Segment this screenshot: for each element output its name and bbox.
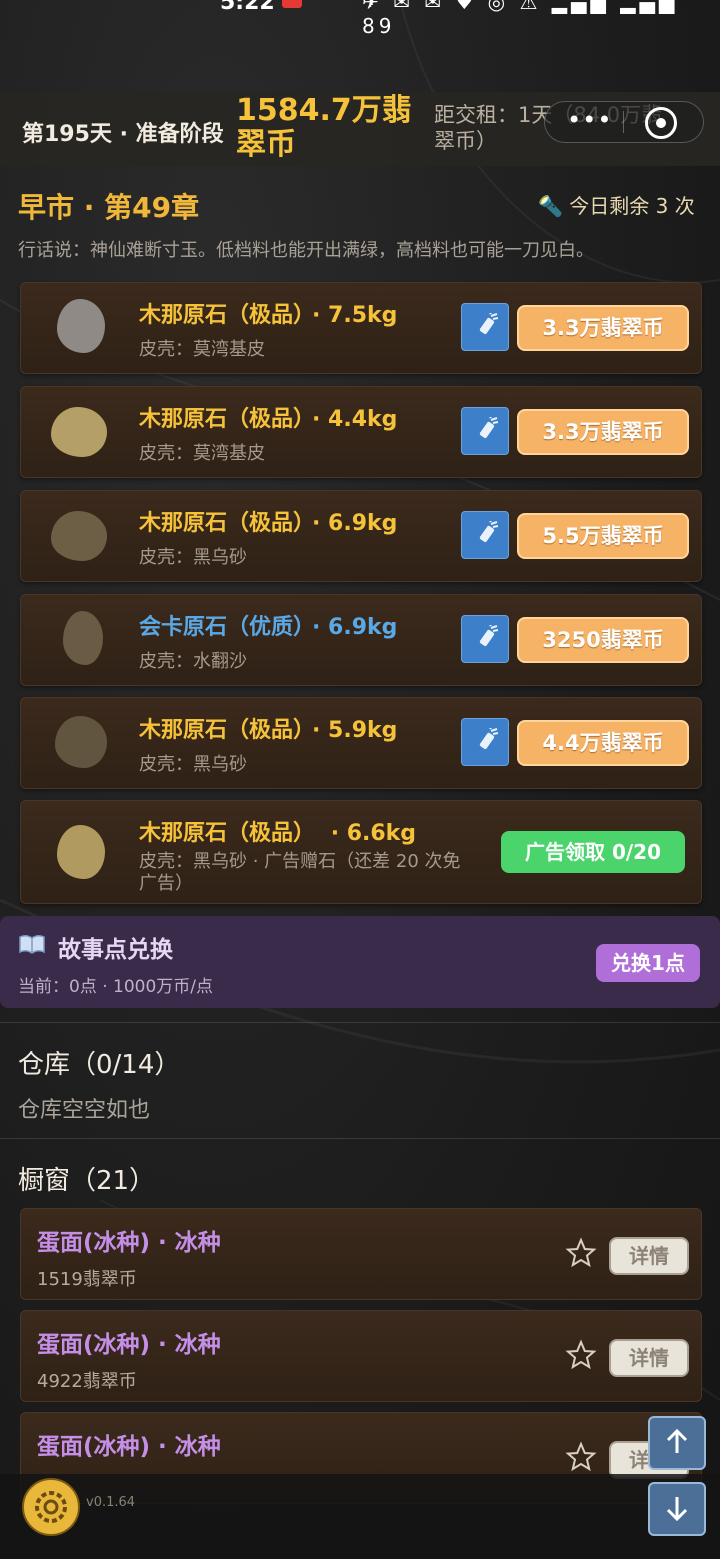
- buy-price-button[interactable]: 5.5万翡翠币: [517, 513, 689, 559]
- buy-price-button[interactable]: 3.3万翡翠币: [517, 305, 689, 351]
- flashlight-icon: 🔦: [538, 194, 563, 218]
- item-name: 蛋面(冰种) · 冰种: [37, 1230, 221, 1256]
- version-label: v0.1.64: [86, 1495, 136, 1510]
- stone-card: 会卡原石（优质） · 6.9kg 皮壳：水翻沙 3250翡翠币: [20, 594, 702, 686]
- status-icons: ✈ ✉ ✉ ♥ ◎ ⚠ ▂▄▆ ▂▄▆ 89: [362, 0, 679, 38]
- stone-name: 木那原石（极品）: [139, 511, 305, 536]
- stone-skin-line1: 皮壳：黑乌砂 · 广告赠石（还差 20 次免: [139, 851, 461, 872]
- stone-skin: 皮壳：莫湾基皮: [139, 443, 265, 464]
- stone-weight: · 4.4kg: [312, 407, 398, 432]
- stone-title: 木那原石（极品） · 6.6kg: [139, 815, 416, 847]
- notification-dot: [282, 0, 302, 8]
- favorite-star-icon[interactable]: [565, 1339, 597, 1371]
- status-bar: 5:22 ✈ ✉ ✉ ♥ ◎ ⚠ ▂▄▆ ▂▄▆ 89: [0, 0, 720, 38]
- inspect-flashlight-button[interactable]: [461, 303, 509, 351]
- stone-name: 会卡原石（优质）: [139, 615, 305, 640]
- stone-skin: 皮壳：黑乌砂: [139, 754, 247, 775]
- item-price: 1519翡翠币: [37, 1269, 137, 1290]
- showcase-item: 蛋面(冰种) · 冰种 4922翡翠币 详情: [20, 1310, 702, 1402]
- stone-title: 木那原石（极品） · 7.5kg: [139, 297, 397, 329]
- stone-title: 木那原石（极品） · 6.9kg: [139, 505, 397, 537]
- flashlight-icon: [479, 313, 499, 334]
- stone-weight: · 6.6kg: [330, 821, 417, 846]
- item-name: 蛋面(冰种) · 冰种: [37, 1434, 221, 1460]
- flashlight-icon: [479, 417, 499, 438]
- stone-skin-line2: 广告）: [139, 873, 193, 894]
- story-exchange-panel: 故事点兑换 当前：0点 · 1000万币/点 兑换1点: [0, 916, 720, 1008]
- exchange-button[interactable]: 兑换1点: [596, 944, 700, 982]
- stone-skin: 皮壳：黑乌砂: [139, 547, 247, 568]
- flashlight-icon: [479, 625, 499, 646]
- detail-button[interactable]: 详情: [609, 1237, 689, 1275]
- favorite-star-icon[interactable]: [565, 1237, 597, 1269]
- stone-name: 木那原石（极品）: [139, 303, 305, 328]
- stone-weight: · 7.5kg: [312, 303, 398, 328]
- book-icon: [19, 934, 45, 954]
- settings-gear-icon[interactable]: [22, 1478, 80, 1536]
- more-icon[interactable]: •••: [567, 106, 612, 134]
- showcase-item: 蛋面(冰种) · 冰种 1519翡翠币 详情: [20, 1208, 702, 1300]
- arrow-down-icon: [666, 1497, 688, 1522]
- stone-title: 木那原石（极品） · 5.9kg: [139, 712, 397, 744]
- stone-name: 木那原石（极品）: [139, 718, 305, 743]
- close-icon[interactable]: [645, 107, 677, 139]
- stone-card: 木那原石（极品） · 5.9kg 皮壳：黑乌砂 4.4万翡翠币: [20, 697, 702, 789]
- buy-price-button[interactable]: 3.3万翡翠币: [517, 409, 689, 455]
- stone-image: [51, 511, 107, 561]
- story-title: 故事点兑换: [58, 937, 173, 963]
- buy-price-button[interactable]: 3250翡翠币: [517, 617, 689, 663]
- divider: [0, 1138, 720, 1139]
- miniapp-capsule[interactable]: •••: [544, 101, 704, 143]
- inspect-flashlight-button[interactable]: [461, 718, 509, 766]
- flashlight-icon: [479, 521, 499, 542]
- showcase-title: 橱窗（21）: [18, 1166, 156, 1196]
- money-balance: 1584.7万翡翠币: [236, 93, 412, 162]
- stone-skin: 皮壳：黑乌砂 · 广告赠石（还差 20 次免 广告）: [139, 851, 499, 895]
- arrow-up-icon: [666, 1428, 688, 1453]
- detail-button[interactable]: 详情: [609, 1339, 689, 1377]
- warehouse-empty-text: 仓库空空如也: [18, 1098, 151, 1123]
- scroll-up-button[interactable]: [648, 1416, 706, 1470]
- story-subtitle: 当前：0点 · 1000万币/点: [18, 977, 214, 997]
- stone-name: 木那原石（极品）: [139, 407, 305, 432]
- proverb-text: 行话说：神仙难断寸玉。低档料也能开出满绿，高档料也可能一刀见白。: [18, 240, 594, 261]
- remaining-label: 今日剩余 3 次: [569, 194, 695, 218]
- stone-weight: · 6.9kg: [312, 511, 398, 536]
- buy-price-button[interactable]: 4.4万翡翠币: [517, 720, 689, 766]
- item-price: 4922翡翠币: [37, 1371, 137, 1392]
- stone-image: [57, 299, 105, 353]
- market-title: 早市 · 第49章: [18, 191, 200, 224]
- stone-skin: 皮壳：水翻沙: [139, 651, 247, 672]
- gear-glyph: [35, 1491, 67, 1523]
- status-time: 5:22: [220, 0, 275, 15]
- inspect-flashlight-button[interactable]: [461, 511, 509, 559]
- item-name: 蛋面(冰种) · 冰种: [37, 1332, 221, 1358]
- ad-claim-button[interactable]: 广告领取 0/20: [501, 831, 685, 873]
- stone-weight: · 6.9kg: [312, 615, 398, 640]
- stone-title: 会卡原石（优质） · 6.9kg: [139, 609, 397, 641]
- stone-image: [63, 611, 103, 665]
- inspect-flashlight-button[interactable]: [461, 407, 509, 455]
- divider: [0, 1022, 720, 1023]
- stone-title: 木那原石（极品） · 4.4kg: [139, 401, 397, 433]
- warehouse-title: 仓库（0/14）: [18, 1050, 181, 1080]
- stone-image: [57, 825, 105, 879]
- stone-name: 木那原石（极品）: [139, 821, 316, 846]
- stone-card: 木那原石（极品） · 4.4kg 皮壳：莫湾基皮 3.3万翡翠币: [20, 386, 702, 478]
- stone-weight: · 5.9kg: [312, 718, 398, 743]
- favorite-star-icon[interactable]: [565, 1441, 597, 1473]
- stone-skin: 皮壳：莫湾基皮: [139, 339, 265, 360]
- remaining-count: 🔦 今日剩余 3 次: [538, 190, 695, 219]
- stone-image: [55, 716, 107, 768]
- stone-card: 木那原石（极品） · 7.5kg 皮壳：莫湾基皮 3.3万翡翠币: [20, 282, 702, 374]
- stone-card: 木那原石（极品） · 6.9kg 皮壳：黑乌砂 5.5万翡翠币: [20, 490, 702, 582]
- stone-image: [51, 407, 107, 457]
- scroll-down-button[interactable]: [648, 1482, 706, 1536]
- flashlight-icon: [479, 728, 499, 749]
- day-phase: 第195天 · 准备阶段: [22, 122, 224, 147]
- inspect-flashlight-button[interactable]: [461, 615, 509, 663]
- bottom-bar: [0, 1474, 720, 1559]
- ad-stone-card: 木那原石（极品） · 6.6kg 皮壳：黑乌砂 · 广告赠石（还差 20 次免 …: [20, 800, 702, 904]
- capsule-divider: [623, 111, 624, 133]
